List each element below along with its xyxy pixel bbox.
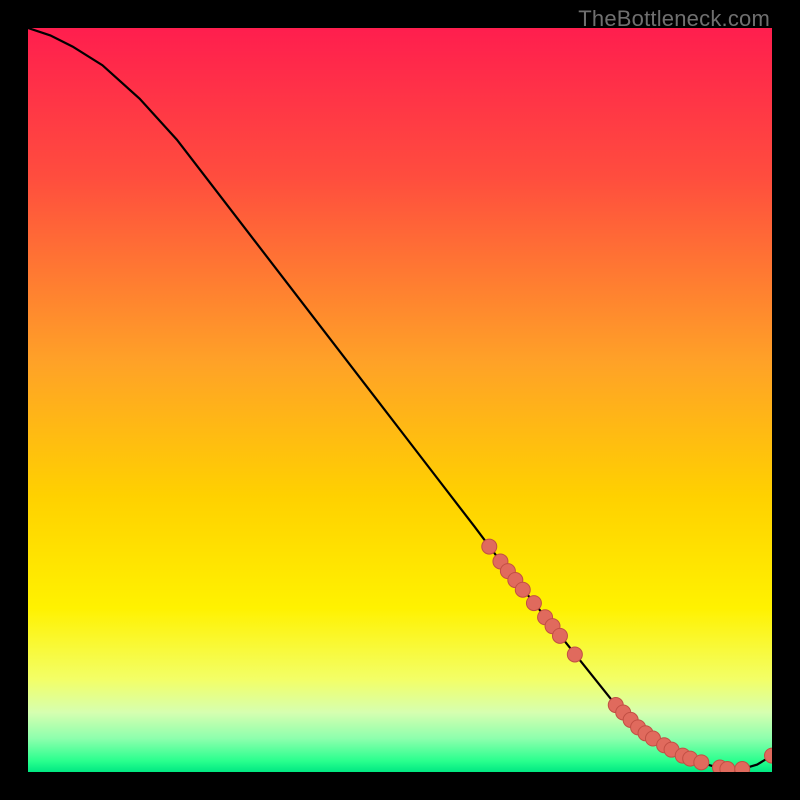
data-marker — [735, 762, 750, 772]
data-marker — [567, 647, 582, 662]
data-marker — [720, 762, 735, 772]
gradient-background — [28, 28, 772, 772]
data-marker — [526, 596, 541, 611]
bottleneck-chart — [28, 28, 772, 772]
data-marker — [515, 582, 530, 597]
data-marker — [552, 628, 567, 643]
data-marker — [482, 539, 497, 554]
chart-stage: TheBottleneck.com — [0, 0, 800, 800]
data-marker — [694, 755, 709, 770]
